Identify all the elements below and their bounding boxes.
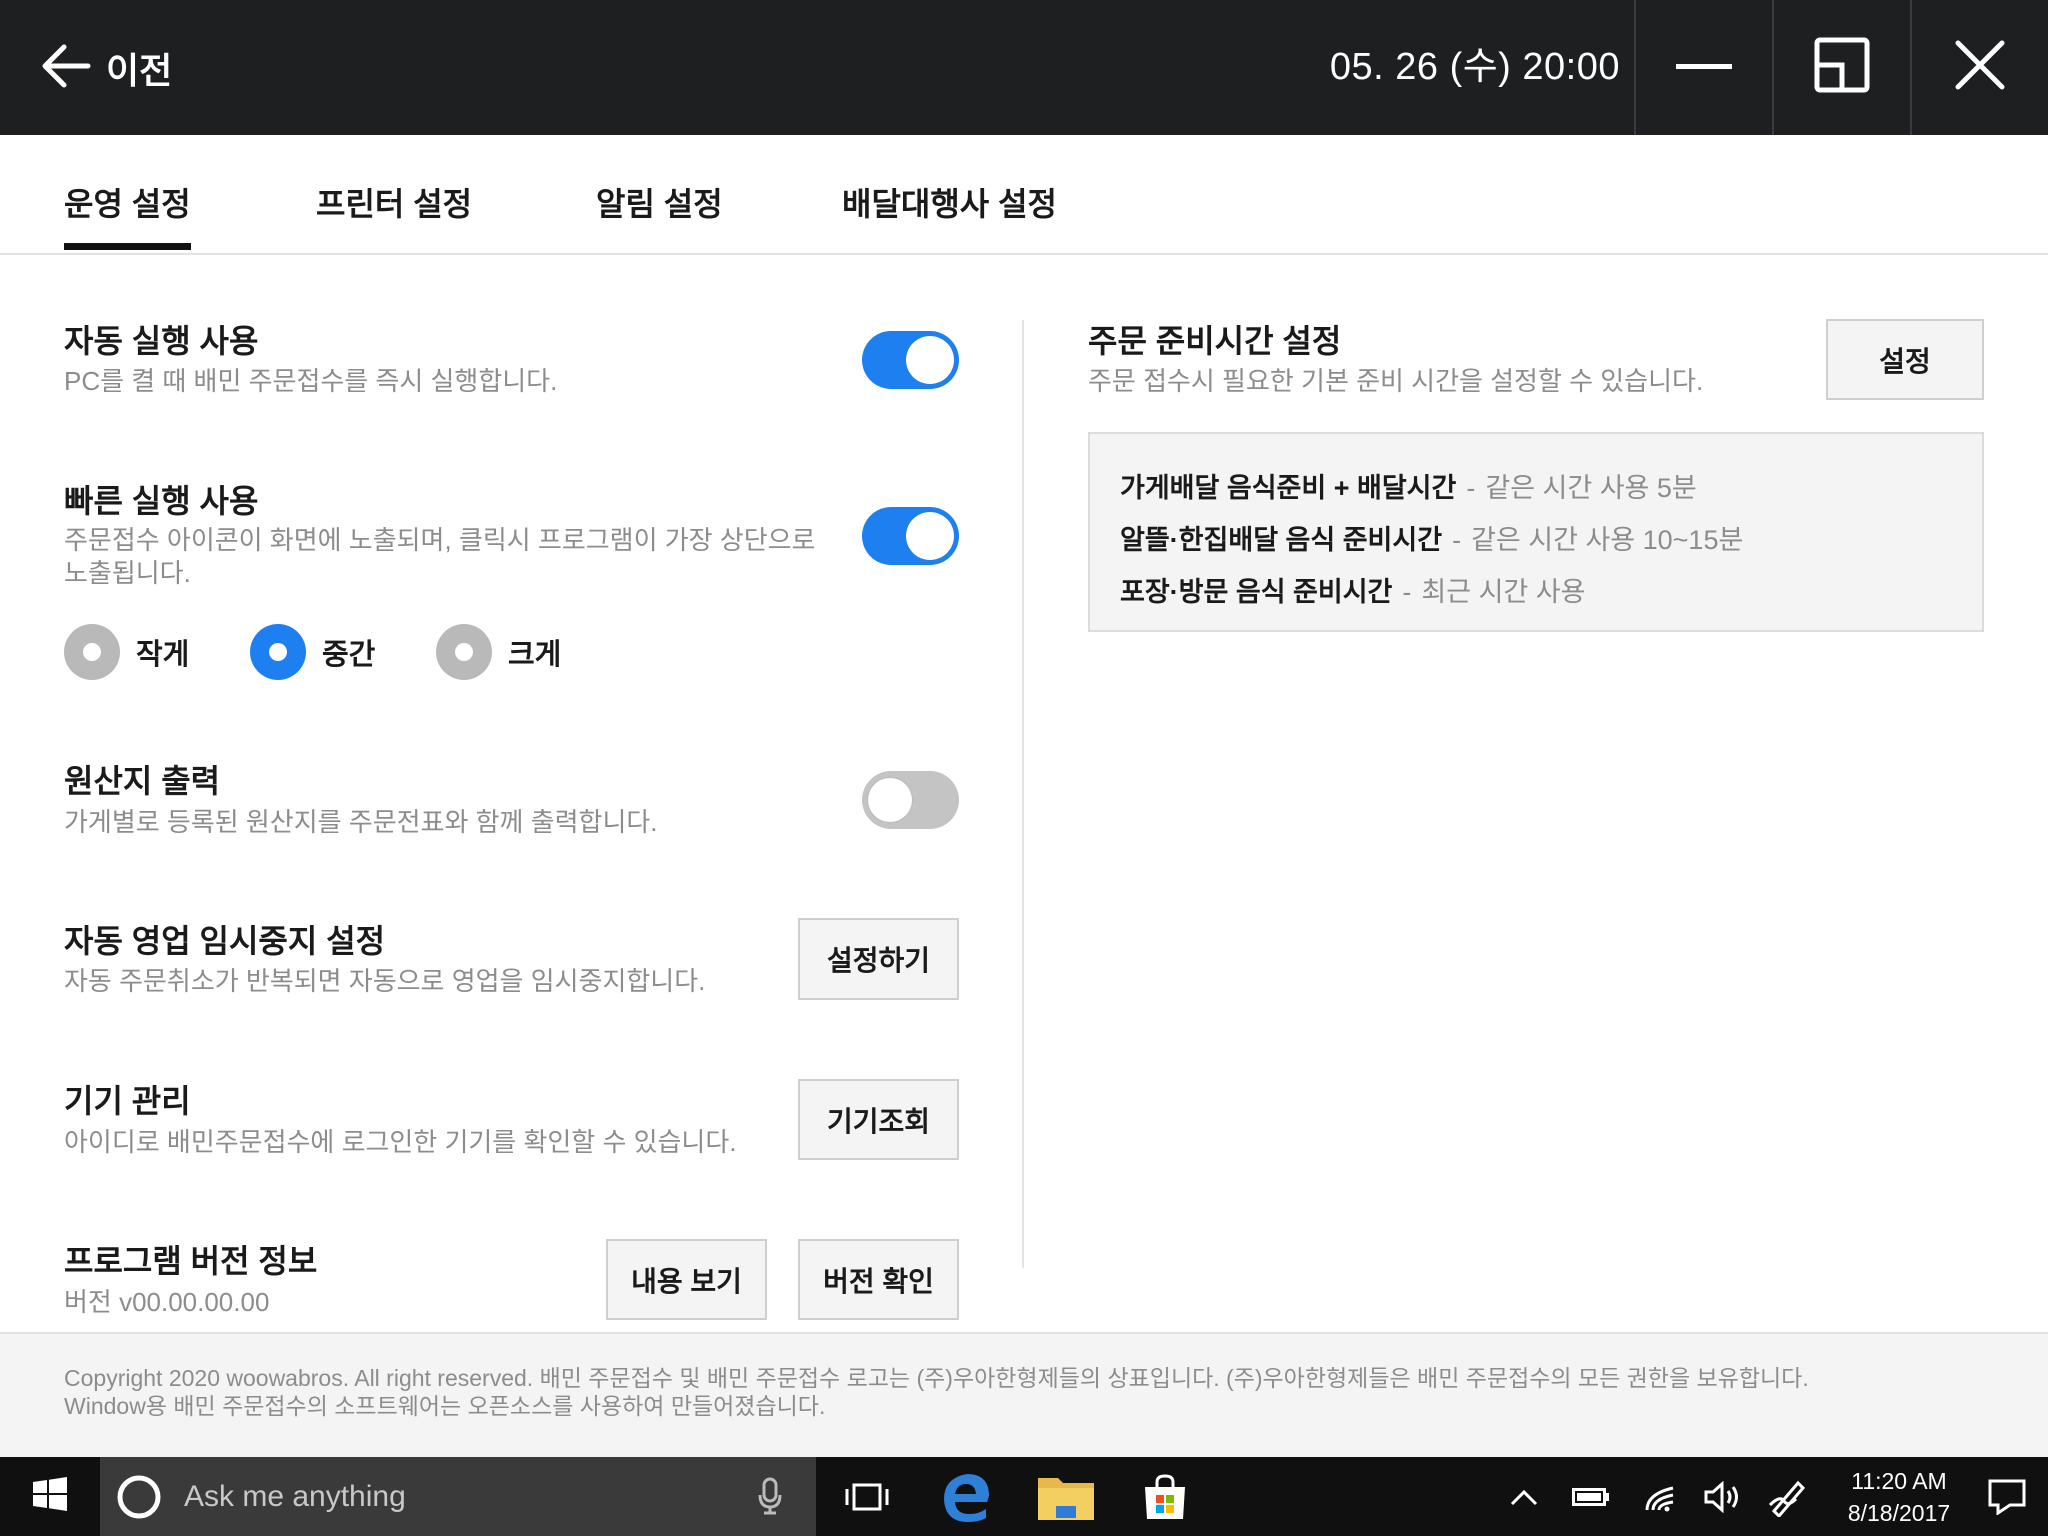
tab-delivery-agency[interactable]: 배달대행사 설정: [842, 179, 1057, 225]
prep-time-row-value: 최근 시간 사용: [1421, 577, 1586, 607]
prep-time-row-label: 알뜰·한집배달 음식 준비시간: [1120, 525, 1443, 555]
radio-dot: [64, 624, 120, 680]
action-center-icon[interactable]: [1984, 1457, 2030, 1536]
minimize-button[interactable]: [1634, 0, 1772, 135]
search-placeholder: Ask me anything: [184, 1479, 406, 1513]
prep-time-row-value: 같은 시간 사용 5분: [1485, 473, 1697, 503]
minimize-icon: [1676, 59, 1732, 77]
taskbar-search[interactable]: Ask me anything: [100, 1457, 816, 1536]
cortana-icon: [116, 1474, 162, 1525]
prep-time-row-sep: -: [1402, 577, 1412, 607]
windows-taskbar: Ask me anything 11:20 AM 8/18/2017: [0, 1457, 2048, 1536]
tab-printer[interactable]: 프린터 설정: [316, 179, 472, 225]
size-radio-label: 작게: [136, 639, 190, 671]
prep-time-row-label: 가게배달 음식준비 + 배달시간: [1120, 473, 1457, 503]
prep-time-settings-button[interactable]: 설정: [1826, 319, 1984, 400]
windows-logo-icon: [33, 1477, 67, 1516]
size-radio-label: 크게: [508, 639, 562, 671]
view-content-button[interactable]: 내용 보기: [606, 1239, 767, 1320]
restore-button[interactable]: [1772, 0, 1910, 135]
auto-run-title: 자동 실행 사용: [64, 323, 259, 359]
toggle-knob: [866, 776, 914, 824]
back-label: 이전: [106, 50, 173, 91]
restore-icon: [1814, 37, 1870, 98]
toggle-knob: [906, 336, 954, 384]
device-title: 기기 관리: [64, 1083, 191, 1119]
back-button[interactable]: 이전: [38, 30, 172, 106]
copyright-text: Copyright 2020 woowabros. All right rese…: [64, 1364, 1809, 1420]
taskbar-time: 11:20 AM: [1851, 1468, 1947, 1494]
quick-run-title: 빠른 실행 사용: [64, 483, 259, 519]
auto-run-toggle[interactable]: [862, 331, 959, 389]
copyright-line2: Window용 배민 주문접수의 소프트웨어는 오픈소스를 사용하여 만들어졌습…: [64, 1393, 826, 1419]
origin-print-toggle[interactable]: [862, 771, 959, 829]
start-button[interactable]: [0, 1457, 100, 1536]
auto-pause-settings-button[interactable]: 설정하기: [798, 918, 959, 1000]
datetime-display: 05. 26 (수) 20:00: [1329, 46, 1620, 88]
prep-time-row-sep: -: [1452, 525, 1462, 555]
prep-time-row: 포장·방문 음식 준비시간 - 최근 시간 사용: [1120, 566, 1952, 618]
prep-time-row-sep: -: [1466, 473, 1476, 503]
version-title: 프로그램 버전 정보: [64, 1243, 318, 1279]
size-radio-label: 중간: [322, 639, 376, 671]
file-explorer-icon[interactable]: [1034, 1457, 1098, 1536]
microphone-icon[interactable]: [758, 1477, 782, 1520]
quick-run-desc-line2: 노출됩니다.: [64, 558, 191, 588]
size-radio-large[interactable]: 크게: [436, 623, 561, 681]
device-desc: 아이디로 배민주문접수에 로그인한 기기를 확인할 수 있습니다.: [64, 1127, 737, 1157]
origin-print-desc: 가게별로 등록된 원산지를 주문전표와 함께 출력합니다.: [64, 807, 658, 837]
auto-run-desc: PC를 켤 때 배민 주문접수를 즉시 실행합니다.: [64, 366, 558, 396]
taskbar-date: 8/18/2017: [1847, 1500, 1951, 1526]
volume-icon[interactable]: [1702, 1457, 1744, 1536]
size-radio-medium[interactable]: 중간: [250, 623, 375, 681]
column-divider: [1022, 320, 1024, 1268]
auto-pause-desc: 자동 주문취소가 반복되면 자동으로 영업을 임시중지합니다.: [64, 966, 706, 996]
size-radio-small[interactable]: 작게: [64, 623, 189, 681]
close-icon: [1954, 39, 2006, 96]
version-number: 버전 v00.00.00.00: [64, 1287, 270, 1317]
settings-tabs: 운영 설정 프린터 설정 알림 설정 배달대행사 설정: [0, 135, 2048, 255]
close-button[interactable]: [1910, 0, 2048, 135]
prep-time-title: 주문 준비시간 설정: [1088, 323, 1342, 359]
radio-dot: [250, 624, 306, 680]
prep-time-summary: 가게배달 음식준비 + 배달시간 - 같은 시간 사용 5분 알뜰·한집배달 음식 …: [1088, 432, 1984, 632]
copyright-footer: Copyright 2020 woowabros. All right rese…: [0, 1332, 2048, 1457]
prep-time-row: 가게배달 음식준비 + 배달시간 - 같은 시간 사용 5분: [1120, 462, 1952, 514]
device-lookup-button[interactable]: 기기조회: [798, 1079, 959, 1160]
quick-run-toggle[interactable]: [862, 507, 959, 565]
copyright-line1: Copyright 2020 woowabros. All right rese…: [64, 1365, 1809, 1391]
auto-pause-title: 자동 영업 임시중지 설정: [64, 923, 386, 959]
prep-time-row-value: 같은 시간 사용 10~15분: [1471, 525, 1744, 555]
tab-notification[interactable]: 알림 설정: [596, 179, 723, 225]
prep-time-desc: 주문 접수시 필요한 기본 준비 시간을 설정할 수 있습니다.: [1088, 366, 1704, 396]
radio-dot: [436, 624, 492, 680]
prep-time-row: 알뜰·한집배달 음식 준비시간 - 같은 시간 사용 10~15분: [1120, 514, 1952, 566]
taskbar-clock[interactable]: 11:20 AM 8/18/2017: [1834, 1465, 1964, 1529]
tab-operation[interactable]: 운영 설정: [64, 179, 191, 250]
edge-browser-icon[interactable]: [936, 1457, 996, 1536]
battery-icon[interactable]: [1570, 1457, 1612, 1536]
prep-time-row-label: 포장·방문 음식 준비시간: [1120, 577, 1393, 607]
origin-print-title: 원산지 출력: [64, 763, 221, 799]
title-bar: 이전 05. 26 (수) 20:00: [0, 0, 2048, 135]
quick-run-desc: 주문접수 아이콘이 화면에 노출되며, 클릭시 프로그램이 가장 상단으로 노출…: [64, 524, 815, 590]
pen-ink-icon[interactable]: [1766, 1457, 1810, 1536]
task-view-icon[interactable]: [836, 1457, 898, 1536]
check-version-button[interactable]: 버전 확인: [798, 1239, 959, 1320]
toggle-knob: [906, 512, 954, 560]
quick-run-desc-line1: 주문접수 아이콘이 화면에 노출되며, 클릭시 프로그램이 가장 상단으로: [64, 525, 816, 555]
wifi-icon[interactable]: [1640, 1457, 1680, 1536]
arrow-left-icon: [38, 39, 92, 98]
store-icon[interactable]: [1138, 1457, 1192, 1536]
chevron-up-icon[interactable]: [1506, 1457, 1542, 1536]
